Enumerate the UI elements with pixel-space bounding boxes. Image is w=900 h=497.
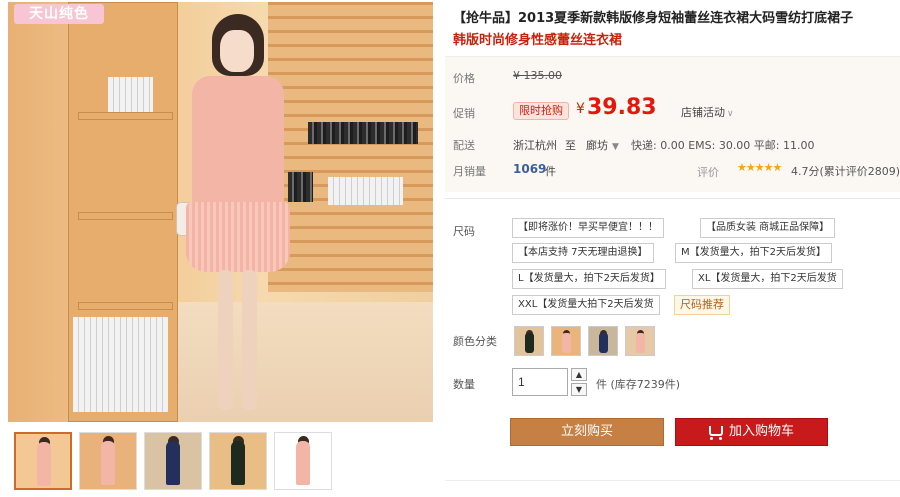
product-thumbnail[interactable] [209,432,267,490]
divider [445,480,900,481]
color-option[interactable] [551,326,581,356]
divider [445,198,900,199]
shelf-board [78,302,173,310]
product-page: 天山纯色 【抢牛品】2013夏季新款韩版修身短袖蕾丝连衣裙大码雪纺打底裙子 韩版… [0,0,900,497]
monthly-sales-count: 1069 [513,162,547,176]
size-option[interactable]: XL【发货量大，拍下2天后发货 [692,269,843,289]
size-option[interactable]: M【发货量大，拍下2天后发货】 [675,243,832,263]
promo-badge: 限时抢购 [513,102,569,120]
cart-icon [708,426,723,440]
rating-label: 评价 [697,166,719,179]
stock-info: 件 (库存7239件) [596,378,681,391]
product-thumbnail[interactable] [14,432,72,490]
currency-symbol: ¥ [576,101,585,117]
sales-unit: 件 [545,165,556,178]
add-to-cart-button[interactable]: 加入购物车 [675,418,828,446]
ship-origin: 浙江杭州 [513,139,557,152]
size-option[interactable]: 【品质女装 商城正品保障】 [700,218,836,238]
product-subtitle: 韩版时尚修身性感蕾丝连衣裙 [453,33,623,48]
product-thumbnail[interactable] [144,432,202,490]
size-label: 尺码 [453,225,475,238]
books [108,77,153,112]
size-option[interactable]: L【发货量大，拍下2天后发货】 [512,269,666,289]
promo-label: 促销 [453,107,475,120]
shipping-label: 配送 [453,139,475,152]
sales-label: 月销量 [453,165,486,178]
product-title: 【抢牛品】2013夏季新款韩版修身短袖蕾丝连衣裙大码雪纺打底裙子 [453,11,854,26]
quantity-increase-button[interactable]: ▲ [571,368,587,381]
triangle-down-icon: ▼ [612,142,619,152]
product-detail: 【抢牛品】2013夏季新款韩版修身短袖蕾丝连衣裙大码雪纺打底裙子 韩版时尚修身性… [445,0,900,497]
add-to-cart-label: 加入购物车 [728,424,794,439]
color-option[interactable] [514,326,544,356]
ship-destination-select[interactable]: 廊坊 ▼ [586,137,619,153]
books [308,122,418,144]
star-rating-icon: ★★★★★ [737,161,782,174]
shelf-board [78,112,173,120]
ship-destination: 廊坊 [586,139,608,152]
size-option[interactable]: 【本店支持 7天无理由退换】 [512,243,654,263]
model-figure [176,12,298,417]
shelf-board [78,212,173,220]
chevron-down-icon: ∨ [727,109,734,119]
quantity-decrease-button[interactable]: ▼ [571,383,587,396]
size-recommend-button[interactable]: 尺码推荐 [674,295,730,315]
product-gallery: 天山纯色 [0,0,440,497]
chevron-up-icon: ▲ [575,370,583,379]
thumbnail-strip [14,432,334,492]
price-info-box: 价格 ¥ 135.00 促销 限时抢购 ¥ 39.83 店铺活动 ∨ 配送 浙江杭… [445,56,900,192]
size-option[interactable]: XXL【发货量大拍下2天后发货 [512,295,660,315]
color-label: 颜色分类 [453,335,497,348]
quantity-input[interactable] [512,368,568,396]
price-label: 价格 [453,72,475,85]
original-price: ¥ 135.00 [513,69,562,82]
rating-summary-link[interactable]: 4.7分(累计评价2809) [791,163,900,179]
product-thumbnail[interactable] [274,432,332,490]
buy-now-button[interactable]: 立刻购买 [510,418,664,446]
color-option[interactable] [625,326,655,356]
ship-to-word: 至 [565,139,576,152]
color-option[interactable] [588,326,618,356]
product-thumbnail[interactable] [79,432,137,490]
quantity-label: 数量 [453,378,475,391]
books [328,177,403,205]
chevron-down-icon: ▼ [575,385,583,394]
brand-watermark: 天山纯色 [14,4,104,24]
current-price: 39.83 [587,95,657,120]
shipping-fees: 快递: 0.00 EMS: 30.00 平邮: 11.00 [631,139,815,152]
shop-promo-dropdown[interactable]: 店铺活动 ∨ [681,104,734,120]
size-option[interactable]: 【即将涨价！早买早便宜！！！ [512,218,664,238]
books [73,317,168,412]
main-product-image[interactable]: 天山纯色 [8,2,433,422]
shop-promo-label: 店铺活动 [681,106,725,119]
